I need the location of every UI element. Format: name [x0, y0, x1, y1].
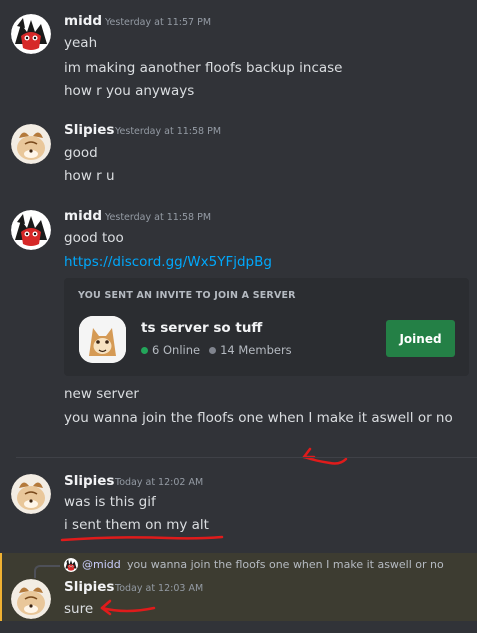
message-timestamp: Yesterday at 11:58 PM	[105, 212, 212, 223]
midd-avatar-icon[interactable]	[11, 14, 51, 54]
reply-preview[interactable]: you wanna join the floofs one when I mak…	[127, 558, 444, 571]
fox-server-icon[interactable]	[79, 316, 126, 363]
message-author[interactable]: Slipies	[64, 473, 114, 489]
red-underline-annotation	[60, 535, 224, 542]
message-timestamp: Yesterday at 11:58 PM	[115, 126, 222, 137]
message-line: was is this gif	[64, 494, 156, 510]
invite-link[interactable]: https://discord.gg/Wx5YFjdpBg	[64, 254, 272, 270]
message-line: sure	[64, 601, 94, 617]
server-stats: 6 Online 14 Members	[141, 343, 292, 357]
joined-button[interactable]: Joined	[386, 320, 455, 357]
slipies-avatar-icon[interactable]	[11, 474, 51, 514]
message-author[interactable]: midd	[64, 208, 102, 224]
day-divider	[16, 457, 477, 458]
server-name[interactable]: ts server so tuff	[141, 320, 262, 336]
message-author[interactable]: Slipies	[64, 579, 114, 595]
member-count: 14 Members	[220, 343, 292, 357]
message-line: im making aanother floofs backup incase	[64, 60, 343, 76]
message-timestamp: Today at 12:02 AM	[115, 477, 204, 488]
online-count: 6 Online	[152, 343, 201, 357]
message-line: how r you anyways	[64, 83, 195, 99]
member-dot-icon	[209, 346, 217, 354]
slipies-avatar-icon[interactable]	[11, 579, 51, 619]
midd-avatar-icon[interactable]	[11, 210, 51, 250]
message-line: new server	[64, 386, 139, 402]
chat-messages: midd Yesterday at 11:57 PM yeah im makin…	[0, 0, 477, 633]
message-timestamp: Today at 12:03 AM	[115, 583, 204, 594]
message-author[interactable]: Slipies	[64, 122, 114, 138]
server-invite-embed: YOU SENT AN INVITE TO JOIN A SERVER ts s…	[64, 278, 469, 376]
message-line: how r u	[64, 168, 115, 184]
message-line: good too	[64, 230, 124, 246]
message-author[interactable]: midd	[64, 13, 102, 29]
reply-mention[interactable]: @midd	[82, 558, 121, 571]
message-line: good	[64, 145, 98, 161]
midd-avatar-icon[interactable]	[64, 558, 78, 572]
reply-connector	[34, 565, 60, 578]
red-arrow-annotation	[302, 447, 348, 465]
slipies-avatar-icon[interactable]	[11, 124, 51, 164]
message-line: i sent them on my alt	[64, 517, 209, 533]
message-line: you wanna join the floofs one when I mak…	[64, 410, 453, 426]
message-timestamp: Yesterday at 11:57 PM	[105, 17, 212, 28]
message-line: yeah	[64, 35, 98, 51]
invite-header: YOU SENT AN INVITE TO JOIN A SERVER	[78, 290, 296, 301]
online-dot-icon	[141, 346, 148, 354]
